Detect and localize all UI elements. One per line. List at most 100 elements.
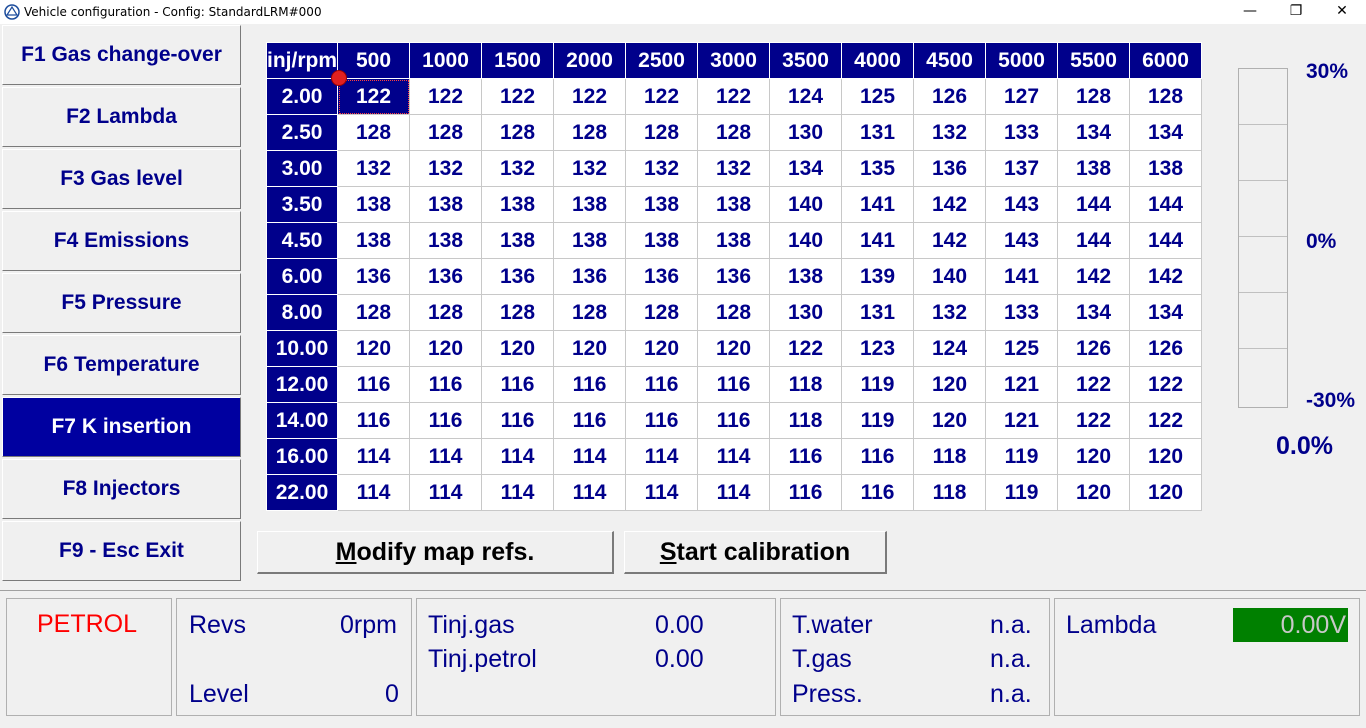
map-cell[interactable]: 119	[985, 474, 1059, 511]
map-cell[interactable]: 136	[913, 150, 987, 187]
map-cell[interactable]: 119	[985, 438, 1059, 475]
map-cell[interactable]: 114	[409, 474, 483, 511]
map-cell[interactable]: 131	[841, 294, 915, 331]
map-cell[interactable]: 134	[769, 150, 843, 187]
map-cell[interactable]: 128	[481, 114, 555, 151]
map-cell[interactable]: 135	[841, 150, 915, 187]
minimize-button[interactable]: —	[1227, 0, 1273, 24]
map-cell[interactable]: 122	[553, 78, 627, 115]
map-cell[interactable]: 132	[913, 114, 987, 151]
map-cell[interactable]: 120	[1057, 474, 1131, 511]
sidebar-item-8[interactable]: F8 Injectors	[2, 459, 241, 519]
sidebar-item-5[interactable]: F5 Pressure	[2, 273, 241, 333]
map-cell[interactable]: 142	[1057, 258, 1131, 295]
map-cell[interactable]: 124	[769, 78, 843, 115]
map-cell[interactable]: 138	[553, 186, 627, 223]
map-cell[interactable]: 128	[409, 294, 483, 331]
map-cell[interactable]: 140	[769, 186, 843, 223]
map-cell[interactable]: 141	[841, 186, 915, 223]
map-cell[interactable]: 132	[697, 150, 771, 187]
sidebar-item-6[interactable]: F6 Temperature	[2, 335, 241, 395]
map-cell[interactable]: 138	[1057, 150, 1131, 187]
map-cell[interactable]: 136	[553, 258, 627, 295]
map-cell[interactable]: 128	[337, 114, 411, 151]
map-cell[interactable]: 116	[625, 366, 699, 403]
map-cell[interactable]: 128	[697, 294, 771, 331]
map-cell[interactable]: 119	[841, 402, 915, 439]
map-cell[interactable]: 128	[337, 294, 411, 331]
map-cell[interactable]: 118	[769, 402, 843, 439]
map-cell[interactable]: 138	[481, 186, 555, 223]
map-cell[interactable]: 138	[409, 222, 483, 259]
map-cell[interactable]: 118	[913, 438, 987, 475]
map-cell[interactable]: 116	[553, 366, 627, 403]
map-cell[interactable]: 122	[697, 78, 771, 115]
map-cell[interactable]: 134	[1129, 294, 1203, 331]
sidebar-item-2[interactable]: F2 Lambda	[2, 87, 241, 147]
map-cell[interactable]: 116	[625, 402, 699, 439]
map-cell[interactable]: 121	[985, 402, 1059, 439]
map-cell[interactable]: 128	[625, 114, 699, 151]
map-cell[interactable]: 126	[913, 78, 987, 115]
map-cell[interactable]: 138	[769, 258, 843, 295]
map-cell[interactable]: 137	[985, 150, 1059, 187]
map-cell[interactable]: 136	[481, 258, 555, 295]
map-cell[interactable]: 133	[985, 114, 1059, 151]
map-cell[interactable]: 132	[625, 150, 699, 187]
map-cell[interactable]: 116	[409, 366, 483, 403]
maximize-button[interactable]: ❐	[1273, 0, 1319, 24]
start-calibration-button[interactable]: Start calibration	[624, 531, 887, 574]
sidebar-item-7[interactable]: F7 K insertion	[2, 397, 241, 457]
map-cell[interactable]: 118	[913, 474, 987, 511]
map-cell[interactable]: 116	[409, 402, 483, 439]
map-cell[interactable]: 144	[1129, 186, 1203, 223]
map-cell[interactable]: 121	[985, 366, 1059, 403]
map-cell[interactable]: 116	[337, 402, 411, 439]
map-cell[interactable]: 128	[553, 294, 627, 331]
map-cell[interactable]: 143	[985, 222, 1059, 259]
map-cell[interactable]: 120	[697, 330, 771, 367]
map-cell[interactable]: 114	[337, 438, 411, 475]
map-cell[interactable]: 116	[841, 474, 915, 511]
map-cell[interactable]: 136	[409, 258, 483, 295]
map-cell[interactable]: 136	[625, 258, 699, 295]
map-cell[interactable]: 133	[985, 294, 1059, 331]
map-cell[interactable]: 134	[1057, 114, 1131, 151]
map-cell[interactable]: 127	[985, 78, 1059, 115]
map-cell[interactable]: 134	[1057, 294, 1131, 331]
close-button[interactable]: ✕	[1319, 0, 1365, 24]
map-cell[interactable]: 141	[841, 222, 915, 259]
map-cell[interactable]: 114	[697, 438, 771, 475]
map-cell[interactable]: 114	[481, 474, 555, 511]
map-cell[interactable]: 128	[697, 114, 771, 151]
map-cell[interactable]: 138	[409, 186, 483, 223]
map-cell[interactable]: 122	[409, 78, 483, 115]
map-cell[interactable]: 114	[697, 474, 771, 511]
map-cell[interactable]: 138	[625, 222, 699, 259]
map-cell[interactable]: 140	[913, 258, 987, 295]
map-cell[interactable]: 122	[625, 78, 699, 115]
map-cell[interactable]: 122	[337, 78, 411, 115]
modify-map-refs-button[interactable]: Modify map refs.	[257, 531, 614, 574]
map-cell[interactable]: 128	[409, 114, 483, 151]
map-cell[interactable]: 120	[913, 402, 987, 439]
map-cell[interactable]: 128	[1129, 78, 1203, 115]
map-cell[interactable]: 128	[1057, 78, 1131, 115]
map-cell[interactable]: 138	[697, 186, 771, 223]
map-cell[interactable]: 122	[769, 330, 843, 367]
sidebar-item-4[interactable]: F4 Emissions	[2, 211, 241, 271]
map-cell[interactable]: 114	[481, 438, 555, 475]
map-cell[interactable]: 140	[769, 222, 843, 259]
map-cell[interactable]: 139	[841, 258, 915, 295]
map-cell[interactable]: 120	[553, 330, 627, 367]
map-cell[interactable]: 116	[697, 366, 771, 403]
map-cell[interactable]: 142	[913, 186, 987, 223]
map-cell[interactable]: 142	[913, 222, 987, 259]
map-cell[interactable]: 122	[1129, 402, 1203, 439]
map-cell[interactable]: 130	[769, 294, 843, 331]
map-cell[interactable]: 143	[985, 186, 1059, 223]
map-cell[interactable]: 116	[337, 366, 411, 403]
map-cell[interactable]: 126	[1129, 330, 1203, 367]
map-cell[interactable]: 114	[553, 474, 627, 511]
map-cell[interactable]: 120	[1129, 474, 1203, 511]
